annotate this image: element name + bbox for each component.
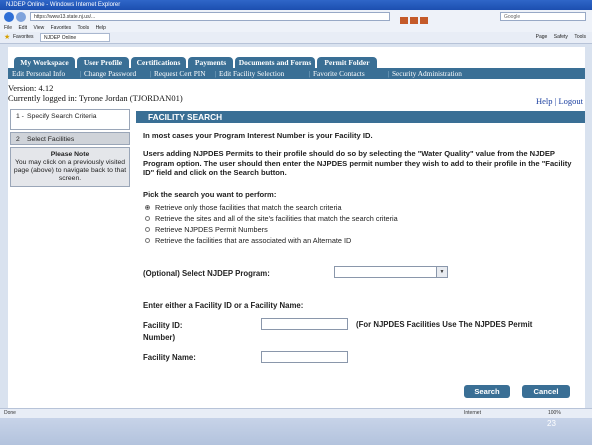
chevron-down-icon[interactable]: ▼: [436, 267, 447, 277]
menu-bar: File Edit View Favorites Tools Help: [0, 24, 592, 32]
radio-icon[interactable]: [145, 238, 150, 243]
radio-icon[interactable]: [145, 216, 150, 221]
please-note-box: Please Note You may click on a previousl…: [10, 147, 130, 187]
browser-title: NJDEP Online - Windows Internet Explorer: [0, 0, 592, 10]
menu-file[interactable]: File: [4, 25, 12, 31]
step-label: Specify Search Criteria: [27, 113, 97, 120]
address-bar[interactable]: https://www13.state.nj.us/...: [30, 12, 390, 21]
zoom-level[interactable]: 100%: [548, 409, 561, 418]
page-content: My Workspace User Profile Certifications…: [8, 47, 585, 408]
step-select-facilities: 2 Select Facilities: [10, 132, 130, 145]
step-number: 2: [16, 136, 20, 143]
help-logout-links: Help | Logout: [536, 96, 583, 106]
radio-option-njpdes[interactable]: Retrieve NJPDES Permit Numbers: [145, 225, 268, 234]
internet-zone: Internet: [464, 410, 481, 416]
slide-footer: [0, 418, 592, 445]
favorites-bar: ★ Favorites NJDEP Online Page Safety Too…: [0, 32, 592, 44]
menu-view[interactable]: View: [33, 25, 44, 31]
favorites-label[interactable]: Favorites: [13, 32, 34, 43]
radio-selected-icon[interactable]: [145, 205, 150, 210]
subnav-edit-personal-info[interactable]: Edit Personal Info: [12, 68, 65, 79]
subnav-change-password[interactable]: Change Password: [84, 68, 136, 79]
link-separator: |: [554, 96, 557, 106]
facility-id-note: (For NJPDES Facilities Use The NJPDES Pe…: [356, 320, 533, 329]
either-label: Enter either a Facility ID or a Facility…: [143, 301, 304, 310]
subnav-separator: |: [80, 69, 82, 78]
step-number: 1 -: [16, 113, 24, 120]
instructions-text: Users adding NJPDES Permits to their pro…: [143, 149, 572, 177]
intro-text: In most cases your Program Interest Numb…: [143, 131, 373, 140]
facility-id-suffix: Number): [143, 333, 176, 342]
radio-icon[interactable]: [145, 227, 150, 232]
facility-id-input[interactable]: [261, 318, 348, 330]
tools-menu[interactable]: Tools: [574, 34, 586, 40]
radio-option-alternate-id[interactable]: Retrieve the facilities that are associa…: [145, 236, 351, 245]
wizard-steps: 1 - Specify Search Criteria 2 Select Fac…: [10, 109, 130, 187]
forward-button-icon[interactable]: [16, 12, 26, 22]
cancel-button[interactable]: Cancel: [522, 385, 570, 398]
menu-edit[interactable]: Edit: [18, 25, 27, 31]
page-menu[interactable]: Page: [536, 34, 548, 40]
menu-help[interactable]: Help: [96, 25, 106, 31]
subnav-separator: |: [388, 69, 390, 78]
subnav-separator: |: [309, 69, 311, 78]
page-title: FACILITY SEARCH: [136, 111, 585, 123]
search-box[interactable]: Google: [500, 12, 586, 21]
address-bar-row: https://www13.state.nj.us/... Google: [0, 10, 592, 25]
program-select[interactable]: ▼: [334, 266, 448, 278]
slide-number: 23: [547, 419, 556, 428]
search-type-label: Pick the search you want to perform:: [143, 190, 277, 199]
address-bar-icons: [400, 12, 490, 25]
status-bar: Done Internet 100%: [0, 408, 592, 418]
back-button-icon[interactable]: [4, 12, 14, 22]
browser-tab[interactable]: NJDEP Online: [40, 33, 110, 42]
radio-option-facilities[interactable]: Retrieve only those facilities that matc…: [145, 203, 342, 212]
menu-favorites[interactable]: Favorites: [51, 25, 72, 31]
radio-option-sites[interactable]: Retrieve the sites and all of the site's…: [145, 214, 398, 223]
step-label: Select Facilities: [27, 136, 75, 143]
logged-in-user: Currently logged in: Tyrone Jordan (TJOR…: [8, 93, 183, 103]
status-text: Done: [4, 410, 16, 416]
subnav-separator: |: [215, 69, 217, 78]
subnav-edit-facility-selection[interactable]: Edit Facility Selection: [219, 68, 284, 79]
browser-window: NJDEP Online - Windows Internet Explorer…: [0, 0, 592, 445]
version-label: Version: 4.12: [8, 83, 54, 93]
favorites-star-icon[interactable]: ★: [4, 34, 10, 41]
note-title: Please Note: [50, 151, 90, 158]
subnav-request-cert-pin[interactable]: Request Cert PIN: [154, 68, 205, 79]
program-label: (Optional) Select NJDEP Program:: [143, 269, 270, 278]
search-button[interactable]: Search: [464, 385, 510, 398]
facility-id-label: Facility ID: Number): [143, 321, 183, 342]
subnav-security-administration[interactable]: Security Administration: [392, 68, 462, 79]
safety-menu[interactable]: Safety: [554, 34, 568, 40]
subnav-separator: |: [150, 69, 152, 78]
facility-name-label: Facility Name:: [143, 353, 196, 362]
logout-link[interactable]: Logout: [558, 96, 583, 106]
note-text: You may click on a previously visited pa…: [13, 159, 127, 182]
sub-nav-bar: Edit Personal Info | Change Password | R…: [8, 68, 585, 79]
subnav-favorite-contacts[interactable]: Favorite Contacts: [313, 68, 365, 79]
menu-tools[interactable]: Tools: [77, 25, 89, 31]
facility-name-input[interactable]: [261, 351, 348, 363]
step-specify-search-criteria[interactable]: 1 - Specify Search Criteria: [10, 109, 130, 130]
help-link[interactable]: Help: [536, 96, 553, 106]
command-bar: Page Safety Tools: [531, 32, 586, 43]
